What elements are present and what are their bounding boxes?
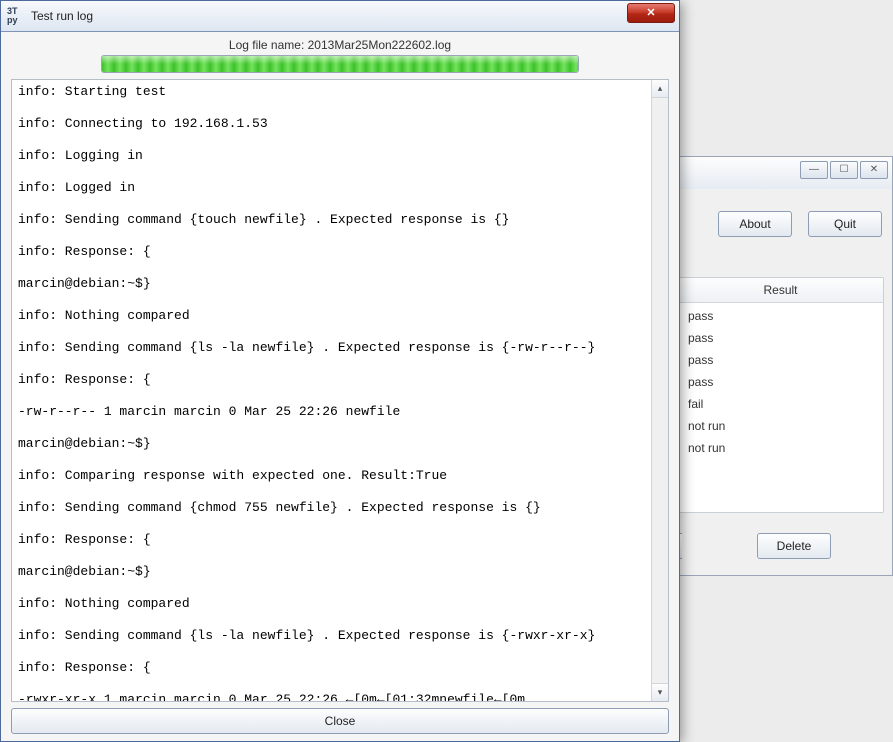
log-text-area: info: Starting test info: Connecting to … <box>11 79 669 702</box>
progress-bar <box>101 55 579 73</box>
result-item[interactable]: pass <box>678 327 883 349</box>
log-line: info: Logging in <box>18 148 649 164</box>
log-line: info: Response: { <box>18 532 649 548</box>
log-line: marcin@debian:~$} <box>18 564 649 580</box>
result-item[interactable]: not run <box>678 415 883 437</box>
log-filename-label: Log file name: <box>229 38 308 52</box>
result-item[interactable]: not run <box>678 437 883 459</box>
log-line: info: Response: { <box>18 244 649 260</box>
scrollbar-up-arrow-icon[interactable]: ▴ <box>652 80 668 98</box>
log-line: info: Response: { <box>18 372 649 388</box>
result-header: Result <box>678 278 883 303</box>
log-scroll-viewport[interactable]: info: Starting test info: Connecting to … <box>12 80 651 701</box>
result-item[interactable]: pass <box>678 371 883 393</box>
log-body: Log file name: 2013Mar25Mon222602.log in… <box>1 32 679 742</box>
parent-top-button-row: About Quit <box>701 211 882 237</box>
log-window: 3T py Test run log ✕ Log file name: 2013… <box>0 0 680 742</box>
log-line: -rw-r--r-- 1 marcin marcin 0 Mar 25 22:2… <box>18 404 649 420</box>
scrollbar-down-arrow-icon[interactable]: ▾ <box>652 683 668 701</box>
parent-close-button[interactable]: ✕ <box>860 161 888 179</box>
log-line: info: Sending command {chmod 755 newfile… <box>18 500 649 516</box>
result-item[interactable]: pass <box>678 349 883 371</box>
log-line: info: Sending command {touch newfile} . … <box>18 212 649 228</box>
log-content: info: Starting test info: Connecting to … <box>18 84 649 701</box>
about-button[interactable]: About <box>718 211 792 237</box>
log-window-close-button[interactable]: ✕ <box>627 3 675 23</box>
result-item[interactable]: fail <box>678 393 883 415</box>
parent-window-controls: — ☐ ✕ <box>800 161 888 179</box>
app-icon-bottom: py <box>7 16 25 25</box>
log-line: info: Nothing compared <box>18 308 649 324</box>
close-button[interactable]: Close <box>11 708 669 734</box>
log-line: info: Starting test <box>18 84 649 100</box>
log-line: -rwxr-xr-x 1 marcin marcin 0 Mar 25 22:2… <box>18 692 649 701</box>
log-window-title: Test run log <box>31 9 93 23</box>
parent-maximize-button[interactable]: ☐ <box>830 161 858 179</box>
log-line: info: Comparing response with expected o… <box>18 468 649 484</box>
log-line: marcin@debian:~$} <box>18 436 649 452</box>
scrollbar-track[interactable] <box>652 97 668 684</box>
log-line: info: Connecting to 192.168.1.53 <box>18 116 649 132</box>
result-list: passpasspasspassfailnot runnot run <box>678 303 883 461</box>
log-vertical-scrollbar[interactable]: ▴ ▾ <box>651 80 668 701</box>
result-item[interactable]: pass <box>678 305 883 327</box>
delete-button[interactable]: Delete <box>757 533 831 559</box>
app-icon: 3T py <box>7 7 25 25</box>
parent-minimize-button[interactable]: — <box>800 161 828 179</box>
quit-button[interactable]: Quit <box>808 211 882 237</box>
result-panel: Result passpasspasspassfailnot runnot ru… <box>677 277 884 513</box>
log-line: info: Logged in <box>18 180 649 196</box>
log-bottom-row: Close <box>11 702 669 734</box>
log-line: info: Sending command {ls -la newfile} .… <box>18 340 649 356</box>
log-filename-value: 2013Mar25Mon222602.log <box>308 38 451 52</box>
progress-gloss <box>102 56 578 64</box>
log-line: info: Response: { <box>18 660 649 676</box>
log-line: marcin@debian:~$} <box>18 276 649 292</box>
log-titlebar[interactable]: 3T py Test run log ✕ <box>1 1 679 32</box>
log-line: info: Nothing compared <box>18 596 649 612</box>
log-filename-row: Log file name: 2013Mar25Mon222602.log <box>11 36 669 55</box>
log-line: info: Sending command {ls -la newfile} .… <box>18 628 649 644</box>
